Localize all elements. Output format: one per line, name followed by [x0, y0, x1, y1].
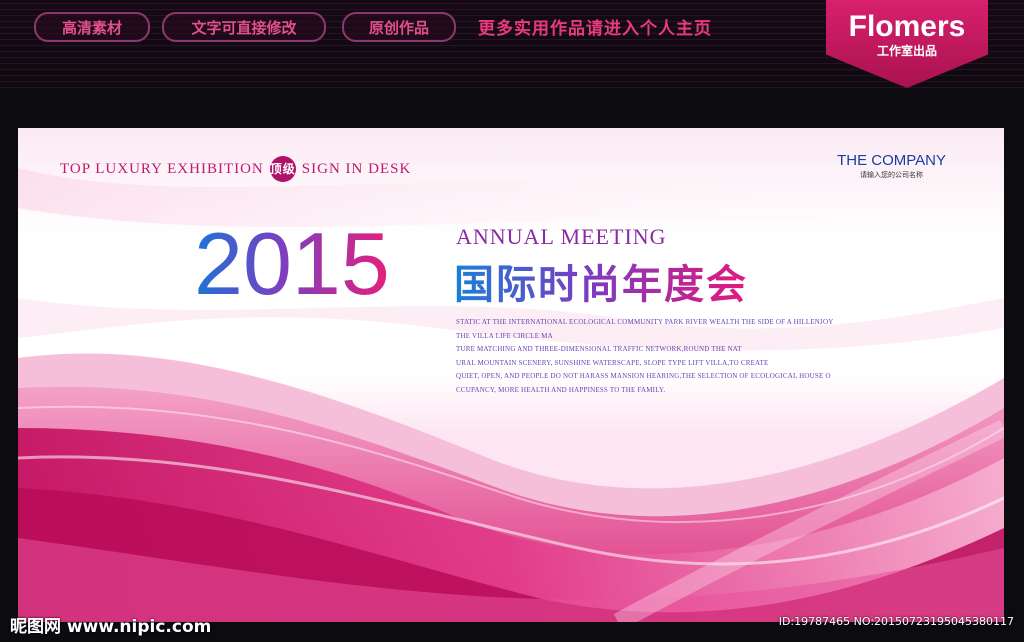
- description-line: TURE MATCHING AND THREE-DIMENSIONAL TRAF…: [456, 345, 742, 353]
- studio-logo: Flomers 工作室出品: [826, 0, 988, 88]
- watermark-id: ID:19787465 NO:20150723195045380117: [778, 615, 1014, 628]
- poster-canvas: TOP LUXURY EXHIBITION 顶级 SIGN IN DESK TH…: [18, 128, 1004, 622]
- tagline: TOP LUXURY EXHIBITION 顶级 SIGN IN DESK: [60, 156, 411, 182]
- tag-hd-material[interactable]: 高清素材: [34, 12, 150, 42]
- description-line: CCUPANCY, MORE HEALTH AND HAPPINESS TO T…: [456, 385, 666, 394]
- description-text: STATIC AT THE INTERNATIONAL ECOLOGICAL C…: [456, 316, 856, 397]
- company-block: THE COMPANY 请输入您的公司名称: [837, 152, 946, 180]
- company-subtitle: 请输入您的公司名称: [860, 171, 924, 179]
- tagline-right: SIGN IN DESK: [301, 160, 412, 177]
- annual-meeting-label: ANNUAL MEETING: [456, 224, 667, 249]
- logo-title: Flomers: [848, 10, 966, 43]
- description-line: URAL MOUNTAIN SCENERY, SUNSHINE WATERSCA…: [456, 358, 769, 367]
- watermark-site: 昵图网 www.nipic.com: [10, 617, 212, 637]
- tagline-left: TOP LUXURY EXHIBITION: [60, 160, 264, 177]
- top-level-badge: 顶级: [269, 156, 296, 182]
- tag-original-work[interactable]: 原创作品: [342, 12, 456, 42]
- company-name: THE COMPANY: [837, 152, 946, 169]
- promo-link[interactable]: 更多实用作品请进入个人主页: [478, 14, 712, 39]
- description-line: THE VILLA LIFE CIRCLE MA: [456, 331, 553, 340]
- top-banner: 高清素材 文字可直接修改 原创作品 更多实用作品请进入个人主页 Flomers …: [0, 0, 1024, 88]
- description-line: QUIET, OPEN, AND PEOPLE DO NOT HARASS MA…: [456, 372, 831, 380]
- logo-subtitle: 工作室出品: [876, 44, 937, 58]
- tag-editable-text[interactable]: 文字可直接修改: [162, 12, 326, 42]
- event-title: 国际时尚年度会: [454, 252, 748, 310]
- description-line: STATIC AT THE INTERNATIONAL ECOLOGICAL C…: [456, 318, 834, 326]
- year-headline: 2015: [194, 214, 390, 313]
